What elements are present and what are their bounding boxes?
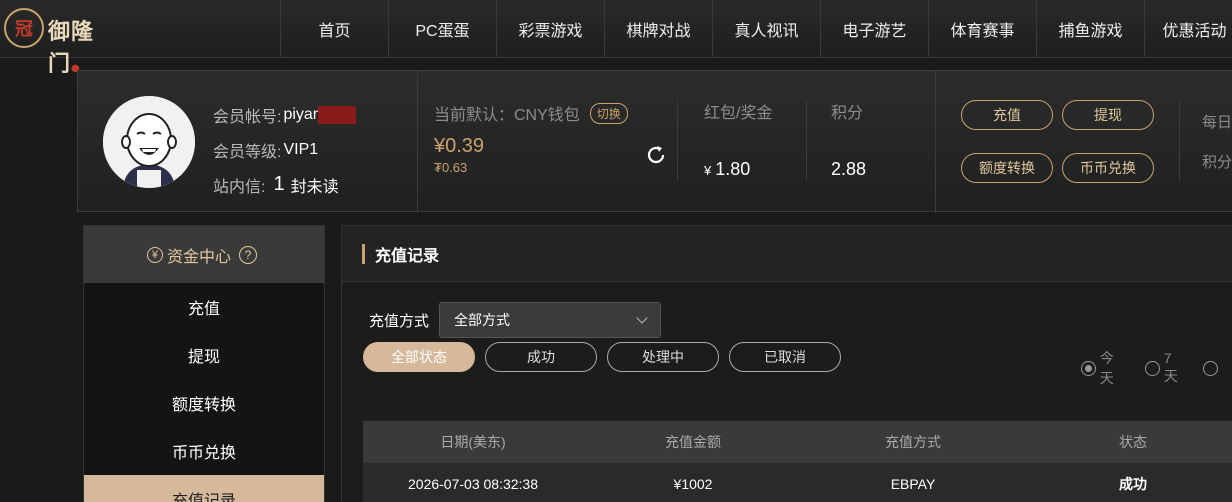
account-level-value: VIP1: [283, 140, 319, 158]
account-info: 会员帐号: piyar 会员等级: VIP1 站内信: 1 封未读: [213, 97, 413, 202]
radio-icon: [1203, 360, 1218, 376]
nav-live-casino[interactable]: 真人视讯: [712, 0, 820, 58]
cell-date: 2026-07-03 08:32:38: [408, 476, 538, 492]
divider: [417, 71, 418, 213]
col-amount: 充值金额: [665, 434, 721, 450]
main-nav: 首页 PC蛋蛋 彩票游戏 棋牌对战 真人视讯 电子游艺 体育赛事 捕鱼游戏 优惠…: [280, 0, 1232, 58]
redaction-mask: [318, 105, 357, 124]
nav-home[interactable]: 首页: [280, 0, 388, 58]
divider: [1179, 101, 1180, 181]
table-header: 日期(美东) 充值金额 充值方式 状态: [363, 421, 1232, 463]
status-cancelled-button[interactable]: 已取消: [729, 342, 841, 372]
table-row[interactable]: 2026-07-03 08:32:38 ¥1002 EBPAY 成功: [363, 463, 1232, 502]
messages-row[interactable]: 站内信: 1 封未读: [213, 167, 413, 202]
sidebar-item-deposit-records[interactable]: 充值记录: [84, 475, 324, 502]
messages-suffix: 封未读: [290, 178, 339, 196]
chevron-down-icon: [636, 312, 648, 324]
sidebar-title: 资金中心: [166, 248, 231, 266]
account-level-label: 会员等级:: [213, 143, 282, 161]
messages-label: 站内信:: [213, 178, 266, 196]
logo-mark: 冠: [4, 8, 44, 48]
account-id-row: 会员帐号: piyar: [213, 97, 413, 132]
range-today-radio[interactable]: 今天: [1081, 348, 1127, 388]
range-today-label: 今天: [1099, 350, 1114, 386]
range-7days-label: 7天: [1163, 350, 1178, 384]
status-processing-button[interactable]: 处理中: [607, 342, 719, 372]
nav-lottery[interactable]: 彩票游戏: [496, 0, 604, 58]
daily-label: 每日: [1202, 114, 1232, 131]
sidebar: ¥ 资金中心 ? 充值 提现 额度转换 币币兑换 充值记录: [83, 225, 325, 502]
main-header: 充值记录: [342, 226, 1232, 282]
money-icon: ¥: [146, 246, 163, 263]
page-title: 充值记录: [375, 247, 440, 265]
user-panel: 会员帐号: piyar 会员等级: VIP1 站内信: 1 封未读 当前默认：C…: [77, 70, 1232, 213]
nav-chess-cards[interactable]: 棋牌对战: [604, 0, 712, 58]
bonus-label: 红包/奖金: [704, 105, 773, 122]
nav-pc-egg[interactable]: PC蛋蛋: [388, 0, 496, 58]
avatar[interactable]: [103, 96, 195, 188]
refresh-icon[interactable]: [644, 143, 668, 167]
col-date: 日期(美东): [440, 434, 506, 450]
date-range-filter: 今天 7天: [1081, 348, 1232, 388]
points-stat: 积分 2.88: [831, 99, 866, 180]
cell-method: EBPAY: [890, 476, 936, 492]
sidebar-item-exchange[interactable]: 币币兑换: [84, 427, 324, 475]
method-filter-label: 充值方式: [369, 312, 430, 330]
radio-selected-icon: [1081, 360, 1096, 376]
exchange-button[interactable]: 币币兑换: [1062, 153, 1154, 183]
status-filter: 全部状态 成功 处理中 已取消: [363, 342, 851, 372]
help-icon[interactable]: ?: [239, 245, 257, 264]
main-panel: 充值记录 充值方式 全部方式 全部状态 成功 处理中 已取消 今天 7天 日期(…: [341, 225, 1232, 502]
nav-fishing[interactable]: 捕鱼游戏: [1036, 0, 1144, 58]
account-id-value: piyar: [283, 105, 319, 123]
nav-sports[interactable]: 体育赛事: [928, 0, 1036, 58]
cell-status: 成功: [1119, 476, 1147, 492]
bonus-value: 1.80: [715, 159, 751, 179]
method-select-value: 全部方式: [454, 312, 511, 328]
nav-promotions[interactable]: 优惠活动: [1144, 0, 1232, 58]
withdraw-button[interactable]: 提现: [1062, 100, 1154, 130]
bonus-stat: 红包/奖金 ¥1.80: [704, 99, 772, 180]
points-right-label: 积分: [1202, 154, 1232, 171]
nav-slots[interactable]: 电子游艺: [820, 0, 928, 58]
deposit-button[interactable]: 充值: [961, 100, 1053, 130]
wallet-info: 当前默认：CNY钱包 切换 ¥0.39 ₮0.63: [434, 101, 664, 175]
method-select[interactable]: 全部方式: [439, 302, 662, 338]
wallet-switch-button[interactable]: 切换: [589, 102, 628, 124]
cell-amount: ¥1002: [673, 476, 713, 492]
bonus-currency: ¥: [704, 163, 712, 178]
divider: [806, 101, 807, 181]
wallet-balance: ¥0.39: [434, 135, 485, 157]
transfer-button[interactable]: 额度转换: [961, 153, 1053, 183]
messages-count: 1: [273, 173, 285, 195]
account-id-label: 会员帐号:: [213, 108, 282, 126]
top-bar: 冠 御隆门● 首页 PC蛋蛋 彩票游戏 棋牌对战 真人视讯 电子游艺 体育赛事 …: [0, 0, 1232, 77]
title-bar-accent: [362, 243, 365, 264]
sidebar-item-transfer[interactable]: 额度转换: [84, 379, 324, 427]
method-filter: 充值方式 全部方式: [369, 302, 662, 338]
wallet-label: 当前默认：CNY钱包: [434, 107, 580, 124]
col-status: 状态: [1119, 434, 1147, 450]
account-level-row: 会员等级: VIP1: [213, 132, 413, 167]
range-more-radio[interactable]: [1203, 360, 1222, 376]
sidebar-item-deposit[interactable]: 充值: [84, 283, 324, 331]
status-all-button[interactable]: 全部状态: [363, 342, 475, 372]
sidebar-item-withdraw[interactable]: 提现: [84, 331, 324, 379]
wallet-sub-balance: ₮0.63: [434, 160, 468, 175]
range-7days-radio[interactable]: 7天: [1145, 350, 1185, 386]
divider: [677, 101, 678, 181]
points-label: 积分: [831, 105, 864, 122]
logo[interactable]: 冠 御隆门●: [4, 8, 114, 77]
points-value: 2.88: [831, 159, 867, 179]
radio-icon: [1145, 360, 1160, 376]
col-method: 充值方式: [885, 434, 941, 450]
records-table: 日期(美东) 充值金额 充值方式 状态 2026-07-03 08:32:38 …: [363, 421, 1232, 502]
status-success-button[interactable]: 成功: [485, 342, 597, 372]
divider: [935, 71, 936, 213]
sidebar-header: ¥ 资金中心 ?: [84, 226, 324, 283]
